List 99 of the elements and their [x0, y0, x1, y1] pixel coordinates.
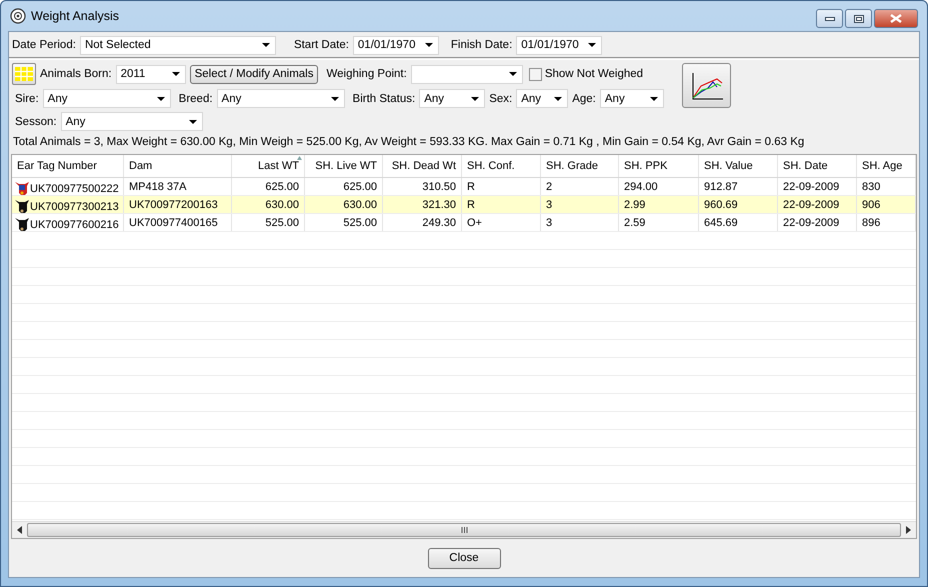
column-header[interactable]: Last WT [232, 155, 304, 178]
table-cell: 294.00 [624, 180, 658, 192]
minimize-button[interactable] [816, 9, 843, 28]
table-cell: UK700977600216 [30, 218, 119, 230]
field-label: Date Period: [12, 39, 76, 51]
table-cell: 22-09-2009 [783, 216, 840, 228]
dropdown[interactable]: Any [600, 89, 664, 108]
caret-icon [172, 72, 180, 76]
summary-text: Total Animals = 3, Max Weight = 630.00 Kg, Min Weigh = 525.00 Kg, Av Weight = 593.33 KG. Max Gain = 0.71 Kg , Min Gain = 0.54 Kg, Avr Gain = 0.63 Kg [12, 135, 806, 150]
dropdown[interactable]: 01/01/1970 [516, 36, 602, 54]
table-cell: UK700977300213 [30, 200, 119, 212]
table-cell: O+ [467, 216, 482, 228]
caret-icon [554, 96, 562, 100]
table-cell: 630.00 [265, 198, 299, 210]
dropdown[interactable]: Any [419, 89, 486, 108]
table-cell: 310.50 [422, 180, 456, 192]
field-label: Age: [572, 92, 596, 104]
table-cell: 525.00 [343, 216, 377, 228]
table-cell: 625.00 [343, 180, 377, 192]
table-cell: 912.87 [704, 180, 738, 192]
field-label: Animals Born: [40, 68, 112, 80]
grid-button[interactable] [12, 63, 36, 85]
column-header[interactable]: Dam [124, 155, 232, 178]
table-cell: 906 [862, 198, 880, 210]
caret-icon [424, 43, 433, 47]
close-icon [890, 14, 902, 23]
dropdown[interactable]: 2011 [116, 64, 186, 84]
field-label: Sire: [15, 92, 39, 104]
table-cell: 3 [546, 198, 552, 210]
table-cell: R [467, 198, 475, 210]
table-cell: 645.69 [704, 216, 738, 228]
minimize-icon [824, 16, 834, 20]
window-title: Weight Analysis [31, 9, 120, 23]
table-cell: 321.30 [422, 198, 456, 210]
column-header[interactable]: SH. Date [778, 155, 856, 178]
table-cell: 960.69 [704, 198, 738, 210]
scroll-left-icon [17, 526, 22, 534]
dropdown[interactable]: Not Selected [80, 36, 276, 54]
scroll-right-icon [906, 526, 911, 534]
column-header[interactable]: SH. Grade [540, 155, 618, 178]
grip-icon [460, 527, 468, 533]
table-cell: 2.59 [624, 216, 646, 228]
table-cell: 22-09-2009 [783, 180, 840, 192]
maximize-icon [854, 14, 864, 22]
caret-icon [508, 72, 517, 76]
column-header[interactable]: Ear Tag Number [12, 155, 124, 178]
column-header[interactable]: SH. Live WT [304, 155, 382, 178]
table-cell: UK700977200163 [129, 198, 218, 210]
dropdown[interactable]: 01/01/1970 [352, 36, 439, 54]
table-cell: 2.99 [624, 198, 646, 210]
table-cell: 525.00 [265, 216, 299, 228]
caret-icon [188, 120, 197, 124]
column-header[interactable]: SH. Conf. [462, 155, 540, 178]
table-cell: 830 [862, 180, 880, 192]
table-cell: 22-09-2009 [783, 198, 840, 210]
field-label: Start Date: [294, 39, 349, 51]
table-cell: MP418 37A [129, 180, 186, 192]
scroll-thumb[interactable] [27, 523, 901, 537]
caret-icon [262, 43, 270, 47]
table-cell: 625.00 [265, 180, 299, 192]
table-row[interactable]: UK700977300213 UK700977200163 630.00 630.00 321.30 R 3 2.99 960.69 22-09-2009 906 [12, 196, 916, 214]
table-cell: 630.00 [343, 198, 377, 210]
dropdown[interactable]: Any [216, 89, 345, 108]
column-header[interactable]: SH. Age [856, 155, 916, 178]
close-button[interactable]: Close [428, 548, 500, 568]
field-label: Birth Status: [352, 92, 416, 104]
column-header[interactable]: SH. PPK [618, 155, 698, 178]
checkbox-label: Show Not Weighed [544, 68, 644, 80]
table-cell: R [467, 180, 475, 192]
caret-icon [471, 96, 480, 100]
close-button[interactable] [874, 9, 918, 28]
checkbox[interactable] [528, 68, 542, 80]
table-cell: 3 [546, 216, 552, 228]
field-label: Finish Date: [450, 39, 512, 51]
horizontal-scrollbar[interactable] [12, 521, 916, 538]
table-cell: 249.30 [422, 216, 456, 228]
chart-button[interactable] [682, 63, 731, 108]
maximize-button[interactable] [845, 9, 872, 28]
field-label: Weighing Point: [326, 68, 407, 80]
select-animals-button[interactable]: Select / Modify Animals [190, 64, 318, 84]
caret-icon [650, 96, 658, 100]
field-label: Sesson: [15, 116, 57, 128]
dropdown[interactable]: Any [516, 89, 568, 108]
table-cell: 2 [546, 180, 552, 192]
line-chart-icon [690, 70, 724, 100]
table-cell: 896 [862, 216, 880, 228]
dropdown[interactable]: Any [42, 89, 171, 108]
field-label: Sex: [489, 92, 512, 104]
caret-icon [330, 96, 339, 100]
table-cell: UK700977500222 [30, 182, 119, 194]
grid-icon [15, 67, 33, 81]
column-header[interactable]: SH. Value [698, 155, 778, 178]
app-icon [10, 8, 26, 24]
dropdown[interactable]: Any [60, 112, 203, 131]
column-header[interactable]: SH. Dead Wt [382, 155, 462, 178]
caret-icon [156, 96, 165, 100]
field-label: Breed: [178, 92, 213, 104]
caret-icon [588, 43, 596, 47]
table-cell: UK700977400165 [129, 216, 218, 228]
